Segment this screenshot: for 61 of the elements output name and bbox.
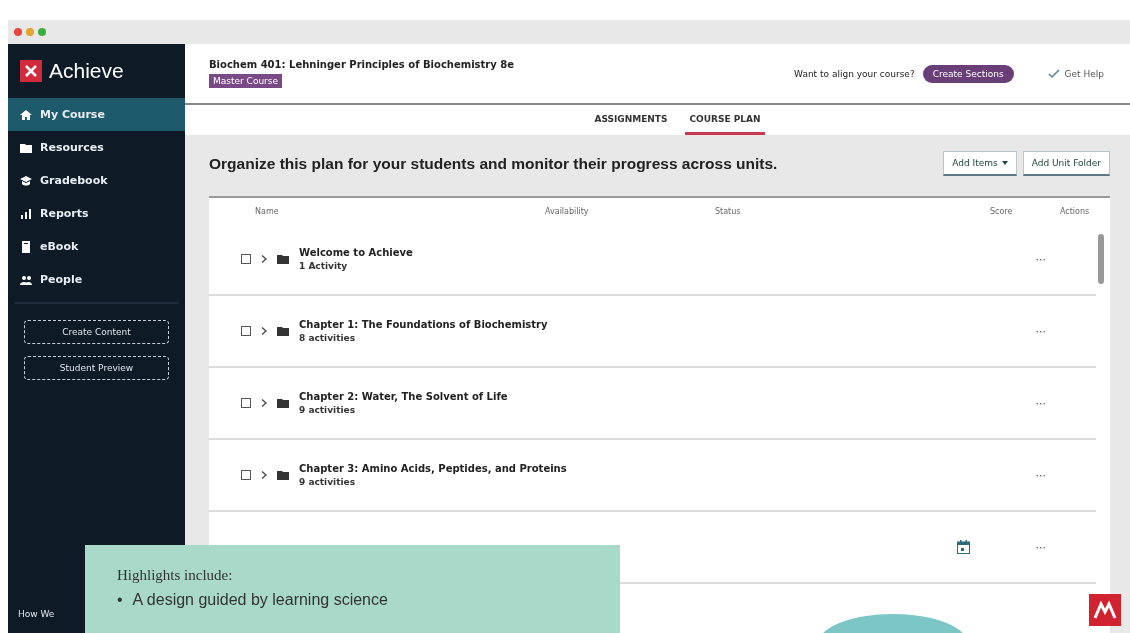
create-sections-button[interactable]: Create Sections [922, 64, 1014, 83]
logo-icon [20, 60, 42, 82]
checkbox[interactable] [241, 254, 251, 264]
folder-title[interactable]: Welcome to Achieve [299, 247, 1020, 258]
folder-icon [277, 470, 289, 480]
activity-count: 9 activities [299, 405, 356, 415]
toolbar-button[interactable]: Add Unit Folder [1022, 151, 1110, 176]
activity-count: 1 Activity [299, 261, 349, 271]
people-icon [20, 273, 32, 286]
column-header: Availability [545, 206, 590, 216]
folder-title[interactable]: Chapter 2: Water, The Solvent of Life [299, 391, 1020, 402]
toolbar-button[interactable]: Add Items [943, 151, 1017, 176]
folder-icon [20, 141, 32, 154]
sidebar-item[interactable]: Gradebook [8, 164, 185, 197]
help-button[interactable]: Get Help [1041, 67, 1110, 80]
checkbox[interactable] [241, 326, 251, 336]
page-heading: Organize this plan for your students and monitor their progress across units. [209, 154, 779, 173]
more-button[interactable]: ··· [1029, 251, 1052, 267]
sidebar-button[interactable]: Create Content [24, 320, 169, 344]
folder-icon [277, 326, 289, 336]
book-icon [20, 240, 32, 253]
more-button[interactable]: ··· [1029, 539, 1052, 555]
column-header: Status [715, 206, 742, 216]
highlight-item: A design guided by learning science [132, 590, 388, 609]
folder-icon [277, 398, 289, 408]
sidebar-item[interactable]: People [8, 263, 185, 296]
highlights-heading: Highlights include: [117, 567, 234, 584]
course-title: Biochem 401: Lehninger Principles of Biochemistry 8e [209, 59, 514, 70]
sidebar-link[interactable]: How We [18, 609, 55, 619]
sidebar-item[interactable]: eBook [8, 230, 185, 263]
chevron-right-icon[interactable] [261, 255, 267, 263]
more-button[interactable]: ··· [1029, 395, 1052, 411]
graduation-cap-icon [20, 174, 32, 187]
check-icon [1047, 68, 1060, 79]
activity-count: 8 activities [299, 333, 356, 343]
more-button[interactable]: ··· [1029, 467, 1052, 483]
more-button[interactable]: ··· [1029, 323, 1052, 339]
chevron-right-icon[interactable] [261, 399, 267, 407]
folder-title[interactable]: Chapter 1: The Foundations of Biochemistry [299, 319, 1020, 330]
sidebar-item[interactable]: Resources [8, 131, 185, 164]
home-icon [20, 108, 32, 121]
activity-count: 9 activities [299, 477, 356, 487]
tab[interactable]: COURSE PLAN [685, 105, 765, 135]
column-header: Score [990, 206, 1014, 216]
folder-icon [277, 254, 289, 264]
app-logo: Achieve [49, 59, 124, 83]
folder-title[interactable]: Chapter 3: Amino Acids, Peptides, and Proteins [299, 463, 1020, 474]
checkbox[interactable] [241, 398, 251, 408]
column-header: Actions [1060, 206, 1091, 216]
bullet-marker: • [117, 590, 123, 609]
align-prompt: Want to align your course? [794, 68, 915, 79]
tab[interactable]: ASSIGNMENTS [590, 105, 672, 135]
sidebar-button[interactable]: Student Preview [24, 356, 169, 380]
bar-chart-icon [20, 207, 32, 220]
sidebar-item[interactable]: My Course [8, 98, 185, 131]
chevron-right-icon[interactable] [261, 471, 267, 479]
checkbox[interactable] [241, 470, 251, 480]
course-badge: Master Course [209, 74, 283, 88]
sidebar-item[interactable]: Reports [8, 197, 185, 230]
column-header: Name [255, 206, 280, 216]
chevron-right-icon[interactable] [261, 327, 267, 335]
